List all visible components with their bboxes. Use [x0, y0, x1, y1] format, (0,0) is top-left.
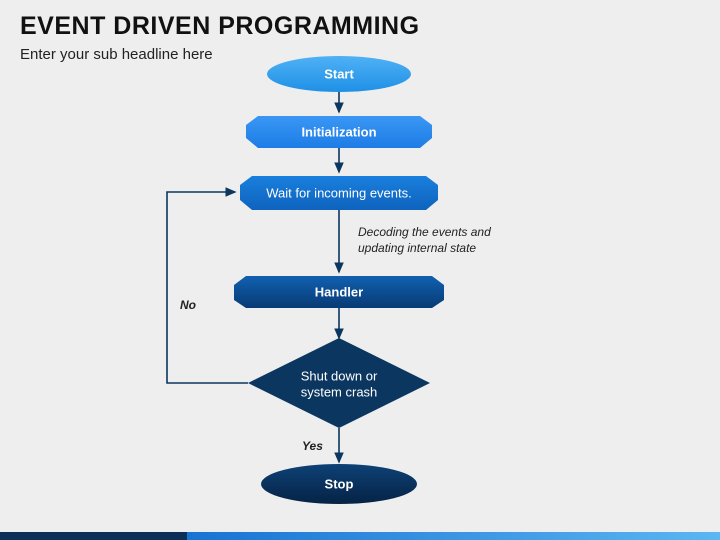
- node-stop: Stop: [261, 464, 417, 504]
- annotation-decode-line2: updating internal state: [358, 241, 476, 255]
- node-wait-label: Wait for incoming events.: [266, 185, 411, 200]
- node-decision-label-line1: Shut down or: [301, 368, 378, 383]
- node-stop-label: Stop: [325, 476, 354, 491]
- node-init-label: Initialization: [301, 124, 376, 139]
- node-decision: Shut down or system crash: [248, 338, 430, 428]
- flowchart-canvas: Start Initialization Wait for incoming e…: [0, 0, 720, 540]
- node-decision-label-line2: system crash: [301, 384, 378, 399]
- node-init: Initialization: [246, 116, 432, 148]
- node-handler: Handler: [234, 276, 444, 308]
- edge-label-yes: Yes: [302, 439, 323, 453]
- node-start-label: Start: [324, 66, 354, 81]
- node-start: Start: [267, 56, 411, 92]
- node-wait: Wait for incoming events.: [240, 176, 438, 210]
- edge-label-no: No: [180, 298, 196, 312]
- footer-accent-bar: [0, 532, 720, 540]
- node-handler-label: Handler: [315, 284, 363, 299]
- annotation-decode-line1: Decoding the events and: [358, 225, 491, 239]
